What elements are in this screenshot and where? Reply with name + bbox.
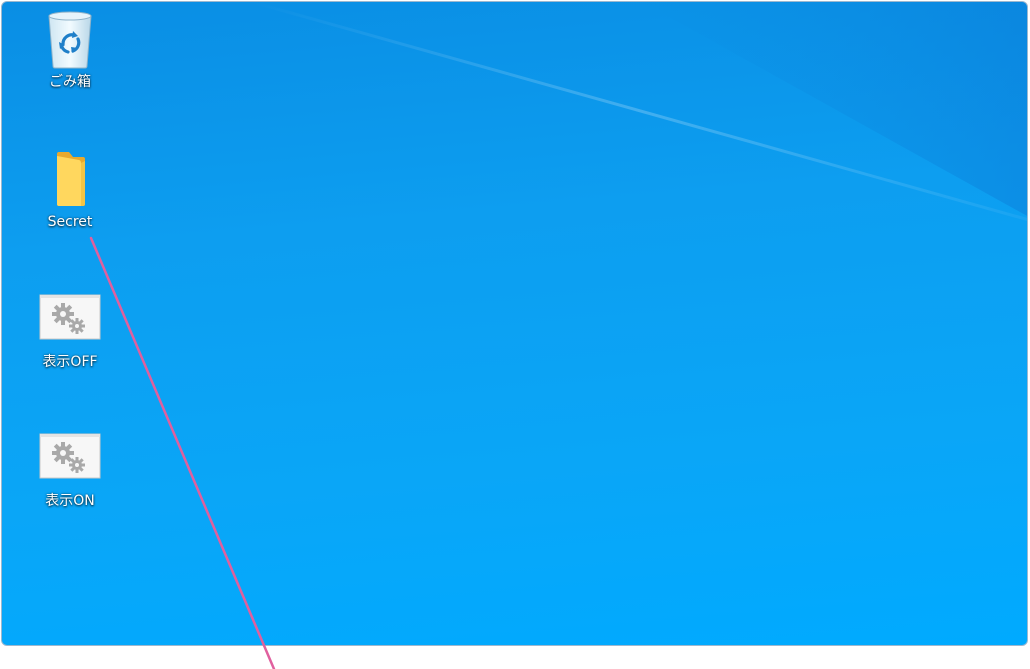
desktop-icon-label: ごみ箱 bbox=[49, 74, 91, 90]
desktop-icon-secret-folder[interactable]: Secret bbox=[24, 148, 116, 230]
desktop-icon-label: 表示ON bbox=[45, 493, 95, 509]
desktop-icon-recycle-bin[interactable]: ごみ箱 bbox=[24, 8, 116, 90]
settings-gears-icon bbox=[39, 433, 101, 479]
folder-icon bbox=[57, 152, 85, 206]
wallpaper bbox=[251, 2, 1027, 221]
settings-gears-icon bbox=[39, 294, 101, 340]
desktop-icon-display-on[interactable]: 表示ON bbox=[24, 433, 116, 509]
screenshot-frame: ごみ箱 Secret 表示OFF 表示ON bbox=[0, 0, 1030, 669]
desktop-icon-display-off[interactable]: 表示OFF bbox=[24, 294, 116, 370]
desktop[interactable]: ごみ箱 Secret 表示OFF 表示ON bbox=[1, 1, 1028, 646]
desktop-icon-label: Secret bbox=[47, 214, 93, 230]
recycle-bin-icon bbox=[48, 11, 92, 69]
desktop-icon-label: 表示OFF bbox=[42, 354, 98, 370]
